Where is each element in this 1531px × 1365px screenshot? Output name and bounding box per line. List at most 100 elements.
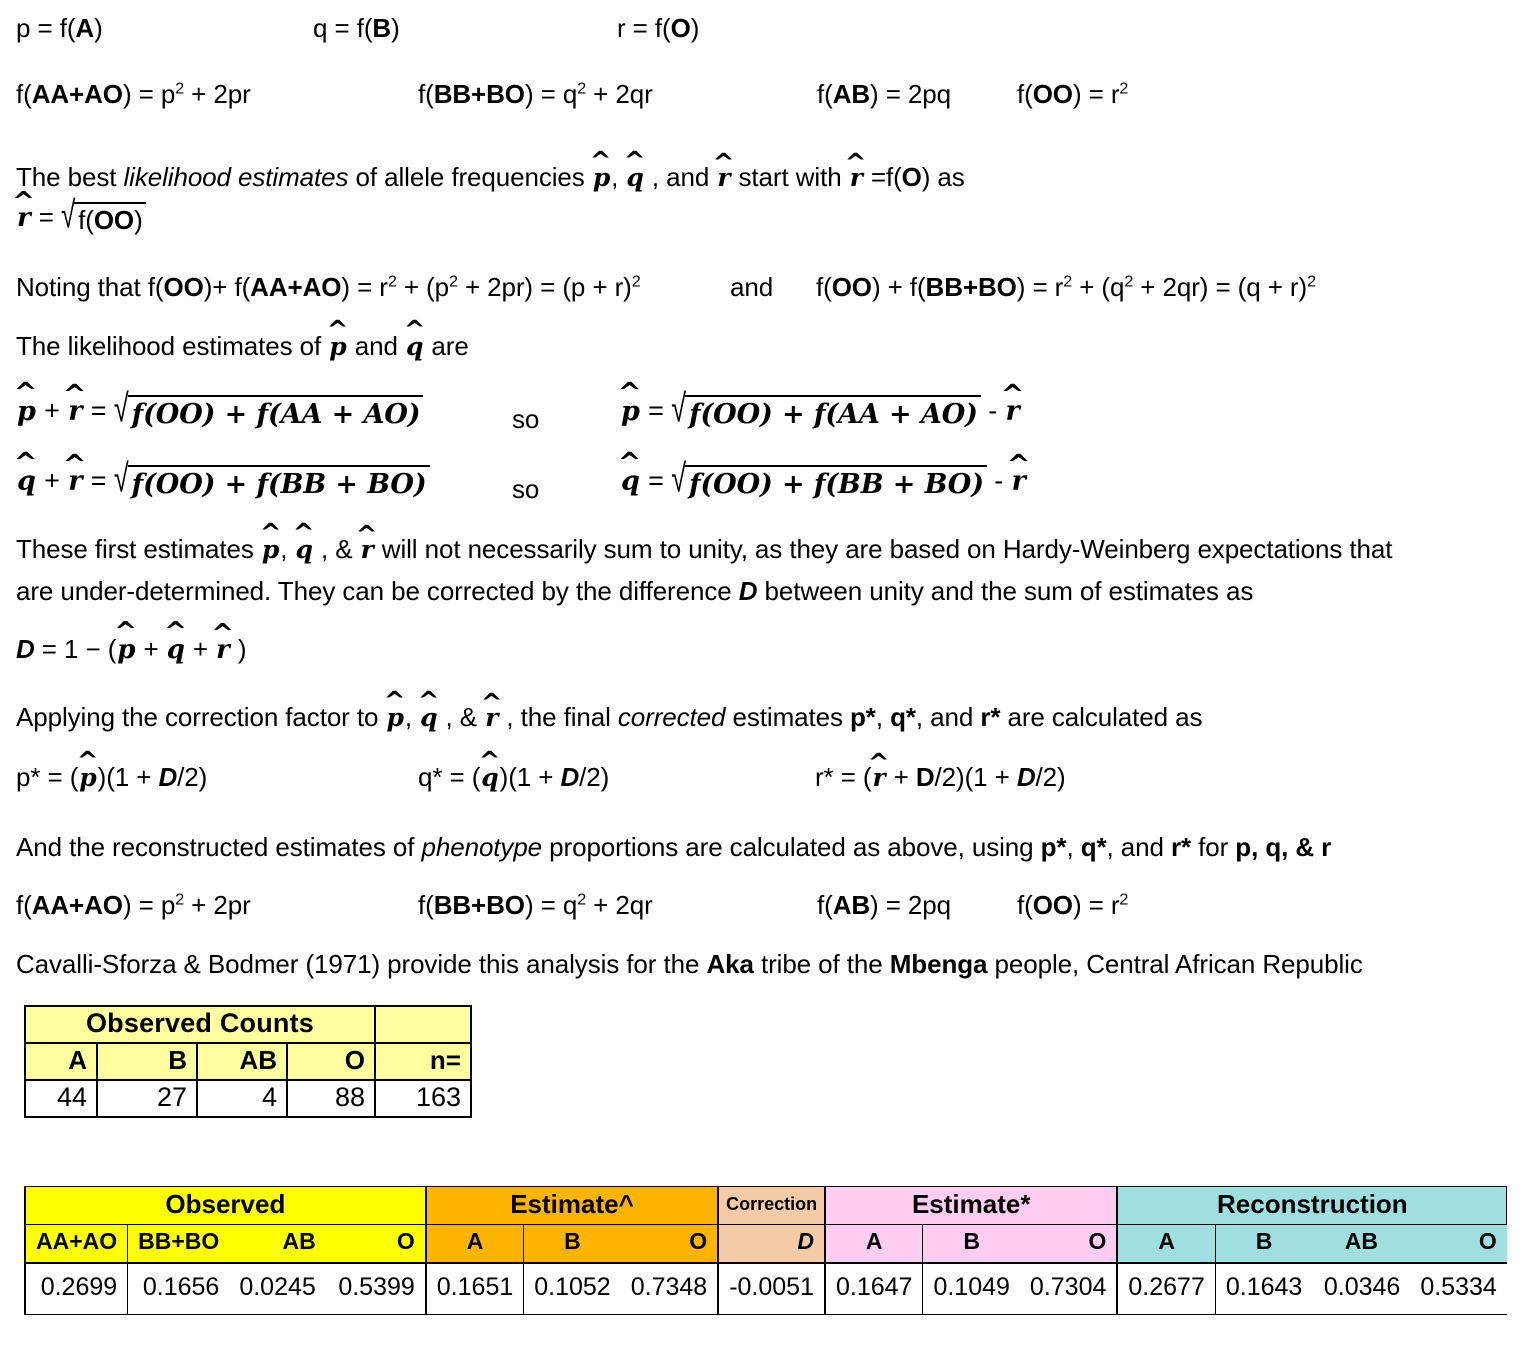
group-header-estimate-hat: Estimate^ — [424, 1186, 719, 1225]
sqrt-group: √ f(OO) + f(BB + BO) — [114, 456, 430, 500]
cell-count-total: 163 — [374, 1079, 472, 1118]
text: r = f( — [617, 13, 671, 43]
p-hat-symbol: p — [116, 635, 136, 666]
col-header-est2-A: A — [823, 1224, 924, 1264]
paragraph-applying-correction: Applying the correction factor to p, q ,… — [16, 702, 1202, 733]
correction-D-symbol: D — [915, 762, 935, 792]
radical-sign: √ — [671, 386, 686, 430]
function-f: f — [256, 399, 268, 430]
r-hat-symbol: r — [67, 466, 83, 497]
genotype-OO: (OO) — [700, 399, 773, 430]
eq-f-OO: f(OO) = r2 — [1017, 79, 1128, 110]
text: p = f( — [16, 13, 76, 43]
genotype-OO: (OO) — [143, 399, 216, 430]
table-row: 0.2699 0.1656 0.0245 0.5399 0.1651 0.105… — [24, 1262, 1507, 1315]
text: f( — [1017, 890, 1033, 920]
eq-p-star: p* = (p)(1 + D/2) — [16, 762, 208, 793]
text: )(1 + — [97, 762, 159, 792]
correction-D-symbol: D — [738, 576, 758, 606]
exponent: 2 — [387, 272, 397, 291]
text: ) = 2pq — [870, 890, 952, 920]
col-header-total: n= — [374, 1042, 472, 1081]
text: /2) — [177, 762, 208, 792]
text: f( — [78, 205, 94, 235]
text: ) = 2pq — [870, 79, 952, 109]
col-header-obs-O: O — [325, 1224, 426, 1264]
text: ) + f( — [871, 272, 926, 302]
function-f: f — [688, 399, 701, 430]
col-header-obs-BBBO: BB+BO — [127, 1224, 230, 1264]
text: f( — [418, 890, 434, 920]
text: f( — [16, 79, 32, 109]
allele-symbols-pqr: p, q, & r — [1235, 832, 1332, 862]
allele-O: O — [901, 162, 922, 192]
text: are under-determined. They can be correc… — [16, 576, 739, 606]
col-header-obs-AAAO: AA+AO — [24, 1224, 129, 1264]
text: + — [886, 762, 916, 792]
eq-f-AAAO: f(AA+AO) = p2 + 2pr — [16, 79, 251, 110]
text: f( — [418, 79, 434, 109]
correction-D-symbol: D — [16, 634, 35, 664]
paragraph-first-estimates-l2: are under-determined. They can be correc… — [16, 576, 1253, 607]
text: tribe of the — [753, 949, 890, 979]
text: , and — [644, 162, 717, 192]
text: so — [512, 404, 540, 434]
q-hat-symbol: q — [16, 466, 37, 497]
paragraph-reconstructed-estimates: And the reconstructed estimates of pheno… — [16, 832, 1332, 863]
text: = — [640, 465, 672, 496]
group-header-estimate-star: Estimate* — [823, 1186, 1118, 1225]
p-hat-symbol: p — [16, 396, 37, 427]
eq-rhat-sqrt: r = √f(OO) — [16, 193, 146, 236]
text: + 2pr — [184, 890, 251, 920]
text: + 2qr — [586, 890, 653, 920]
genotype-BBBO: (BB + BO) — [825, 469, 984, 500]
text: f( — [16, 890, 32, 920]
text: ) as — [921, 162, 965, 192]
text: and — [347, 331, 405, 361]
text: + (q — [1072, 272, 1125, 302]
q-hat-symbol: q — [625, 163, 644, 193]
text: , the final — [499, 702, 618, 732]
function-f: f — [813, 399, 826, 430]
eq-correction-D: D = 1 − (p + q + r ) — [16, 634, 247, 666]
exponent: 2 — [577, 79, 587, 98]
col-header-recon-A: A — [1116, 1224, 1216, 1264]
text: f( — [816, 272, 832, 302]
q-hat-symbol: q — [405, 332, 424, 362]
table-row-column-headers: AA+AO BB+BO AB O A B O D A B O A B AB O — [24, 1224, 1507, 1264]
text: + — [215, 399, 257, 430]
text: ) = q — [524, 890, 578, 920]
text: )+ f( — [203, 272, 251, 302]
exponent: 2 — [1124, 272, 1134, 291]
text: ) — [94, 13, 103, 43]
table-row-group-headers: Observed Estimate^ Correction Estimate* … — [24, 1186, 1508, 1225]
text: ) = p — [122, 79, 176, 109]
text: ) = r — [1016, 272, 1064, 302]
text: proportions are calculated as above, usi… — [542, 832, 1041, 862]
text: ) — [690, 13, 700, 43]
text: = — [31, 201, 61, 232]
eq-phat-plus-rhat: p + r = √f(OO) + f(AA + AO) — [16, 386, 424, 430]
text: f( — [817, 890, 833, 920]
text: and — [730, 272, 774, 302]
r-hat-symbol: r — [871, 763, 886, 793]
p-hat-symbol: p — [620, 396, 641, 427]
cell-count-B: 27 — [96, 1079, 198, 1118]
genotype-AAAO: AA+AO — [31, 79, 123, 109]
radicand: f(OO) — [74, 202, 146, 236]
text: )(1 + — [499, 762, 561, 792]
eq-noting-that-B: f(OO) + f(BB+BO) = r2 + (q2 + 2qr) = (q … — [816, 272, 1316, 303]
cell-est2-B: 0.1049 — [922, 1262, 1020, 1315]
radicand: f(OO) + f(AA + AO) — [684, 395, 981, 430]
genotype-AAAO: AA+AO — [31, 890, 123, 920]
genotype-BBBO: (BB + BO) — [267, 469, 427, 500]
p-hat-symbol: p — [78, 763, 97, 793]
correction-D-symbol: D — [1016, 762, 1036, 792]
function-f: f — [256, 469, 268, 500]
eq-f-AB-repeat: f(AB) = 2pq — [817, 890, 952, 921]
emphasis-phenotype: phenotype — [421, 832, 543, 862]
emphasis-likelihood-estimates: likelihood estimates — [123, 162, 349, 192]
col-header-obs-AB: AB — [229, 1224, 326, 1264]
genotype-OO: (OO) — [700, 469, 773, 500]
paragraph-best-likelihood: The best likelihood estimates of allele … — [16, 162, 965, 193]
